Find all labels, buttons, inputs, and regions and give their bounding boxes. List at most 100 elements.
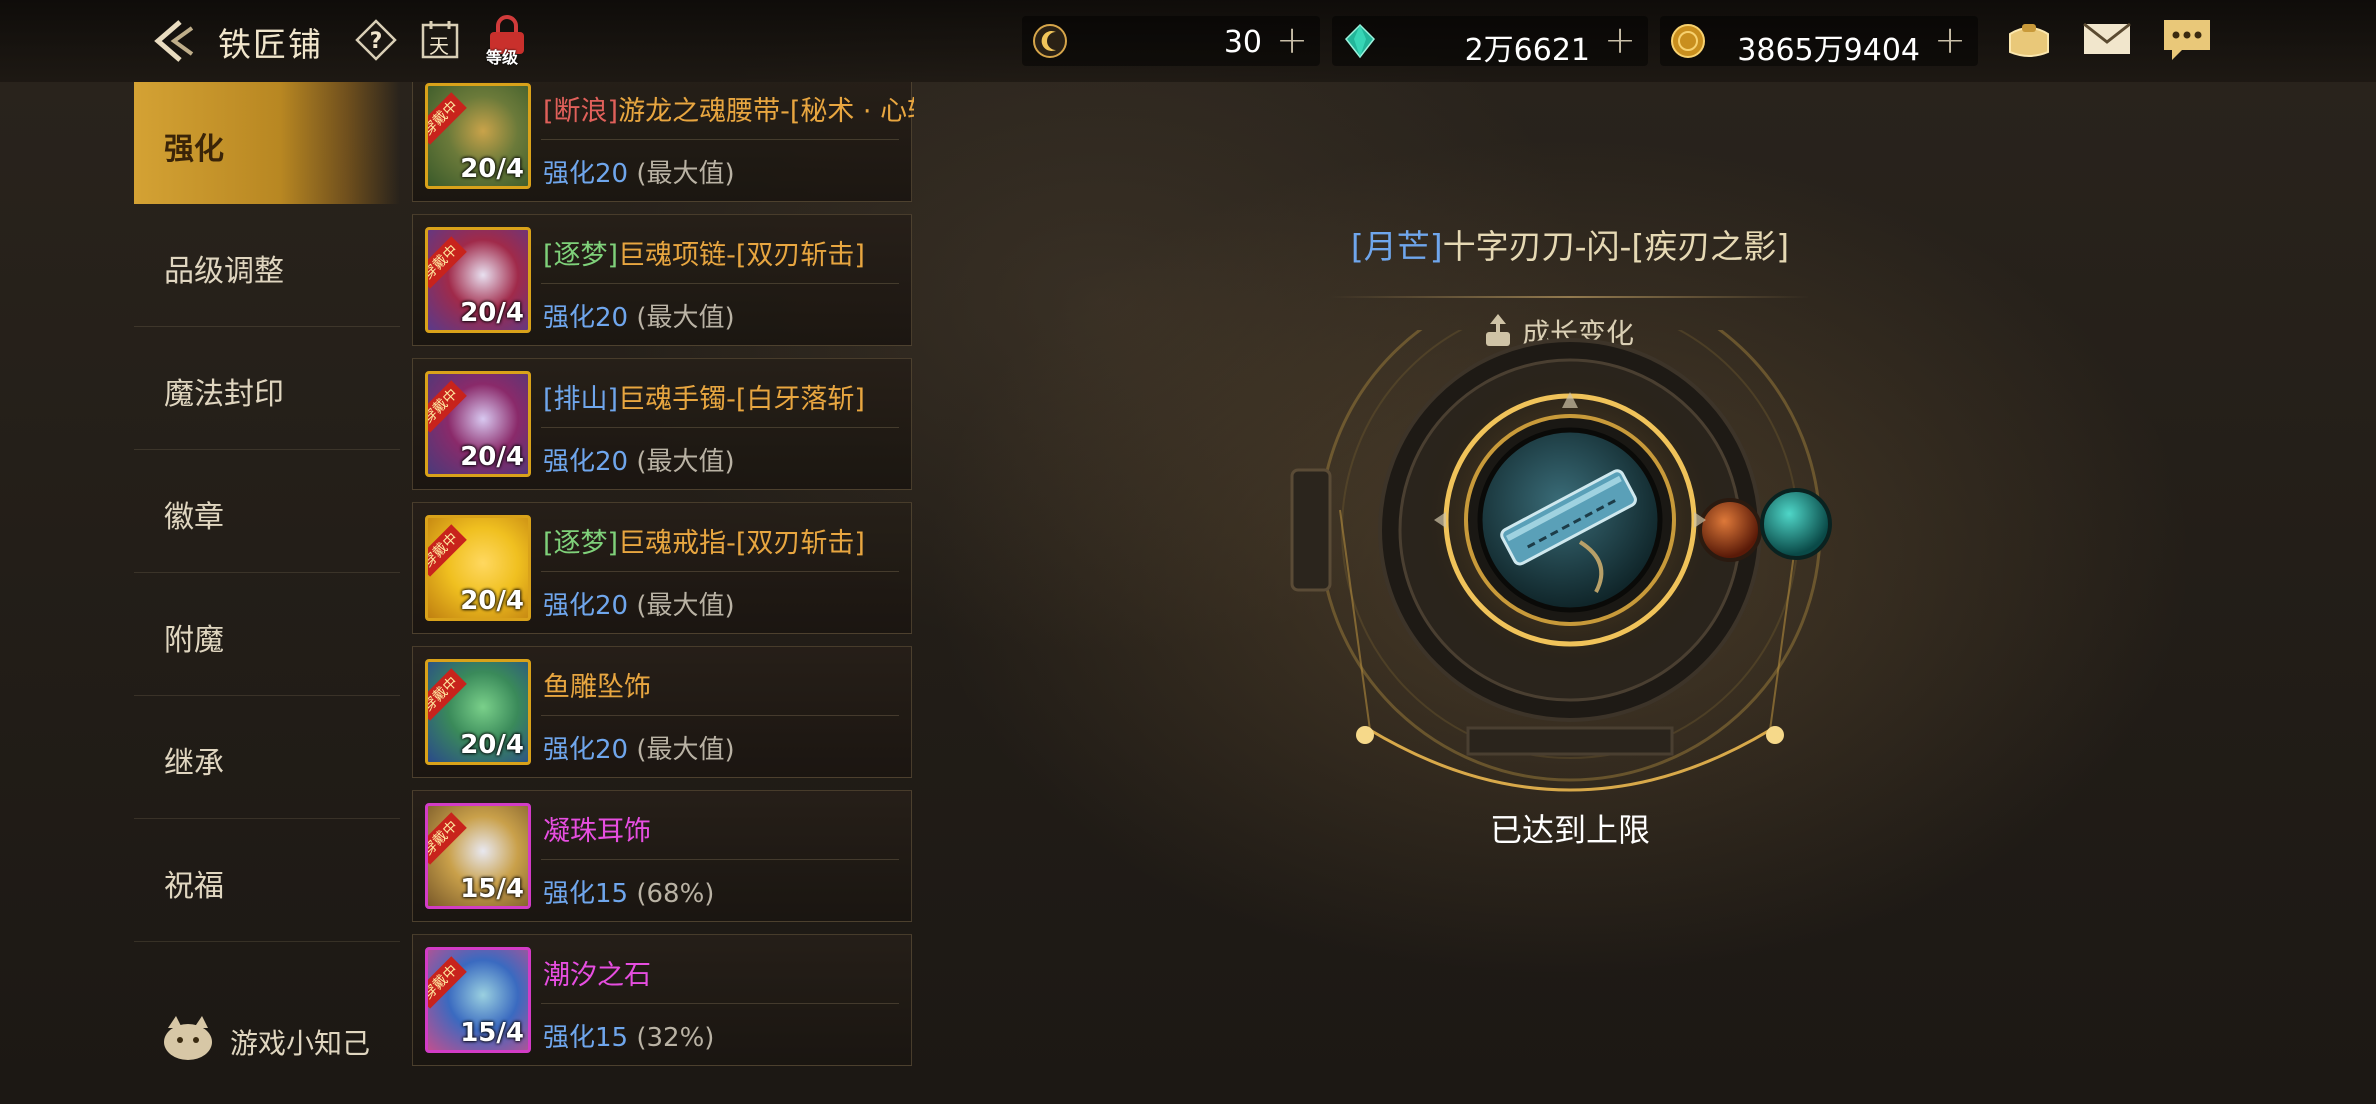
menu-item-inherit[interactable]: 继承 [134,696,400,819]
enhance-value: 强化20 [543,303,629,333]
menu-item-magic-seal[interactable]: 魔法封印 [134,327,400,450]
help-icon[interactable]: ? [354,18,398,62]
page-title: 铁匠铺 [218,25,323,64]
crescent-coin-icon [1033,24,1067,58]
enhance-note: (32%) [636,1023,715,1053]
top-bar: 铁匠铺 ? 天 等级 30 + 2万6621 + 3865万9404 + [0,0,2376,82]
equipment-name-text: 巨魂手镯-[白牙落斩] [618,384,865,415]
chat-icon[interactable] [2160,14,2214,64]
equipment-name: 潮汐之石 [543,953,651,992]
enhance-note: (最大值) [636,447,735,477]
game-tips-button[interactable]: 游戏小知己 [158,1010,378,1066]
menu-item-enchant[interactable]: 附魔 [134,573,400,696]
menu-item-label: 继承 [164,746,224,781]
gold-counter: 3865万9404 + [1660,16,1978,68]
equipment-icon: 穿戴中 20/4 [425,515,531,621]
row-divider [541,139,899,140]
level-icon-text: 等级 [486,48,519,67]
add-gold-button[interactable]: + [1934,20,1966,60]
row-divider [541,283,899,284]
equipment-level: 20/4 [460,442,524,472]
equipment-name-prefix: [逐梦] [543,240,619,271]
enhance-note: (最大值) [636,735,735,765]
enhance-level: 强化15 (32%) [543,1017,714,1054]
enhance-note: (68%) [636,879,715,909]
equipment-name: [断浪]游龙之魂腰带-[秘术 · 心斩] [543,89,914,128]
enhance-value: 强化20 [543,447,629,477]
equipment-row[interactable]: 穿戴中 20/4 [排山]巨魂手镯-[白牙落斩] 强化20 (最大值) [412,358,912,490]
add-crescent-coin-button[interactable]: + [1276,20,1308,60]
tips-pet-icon [164,1016,212,1060]
equipped-badge: 穿戴中 [428,668,467,721]
equipment-icon: 穿戴中 20/4 [425,83,531,189]
enhance-level: 强化20 (最大值) [543,297,735,334]
enhance-status: 已达到上限 [1489,811,1650,849]
mail-icon[interactable] [2080,14,2134,64]
menu-item-enhance[interactable]: 强化 [134,82,400,204]
equipment-level: 15/4 [460,1018,524,1048]
menu-item-label: 祝福 [164,869,224,904]
equipment-list[interactable]: 穿戴中 20/4 [断浪]游龙之魂腰带-[秘术 · 心斩] 强化20 (最大值) 穿戴中… [410,82,914,1104]
equipment-level: 20/4 [460,298,524,328]
equipment-name-text: 巨魂项链-[双刃斩击] [618,240,865,271]
menu-item-label: 品级调整 [164,254,284,289]
menu-item-bless[interactable]: 祝福 [134,819,400,942]
enhance-note: (最大值) [636,591,735,621]
equipment-icon: 穿戴中 20/4 [425,227,531,333]
equipment-level: 20/4 [460,154,524,184]
enhance-level: 强化15 (68%) [543,873,714,910]
menu-item-grade-adjust[interactable]: 品级调整 [134,204,400,327]
tips-label: 游戏小知己 [230,1027,371,1060]
enhance-level: 强化20 (最大值) [543,153,735,190]
menu-item-label: 强化 [164,132,224,167]
selected-item-name: 十字刃刀-闪-[疾刃之影] [1442,227,1790,266]
enhance-value: 强化20 [543,591,629,621]
row-divider [541,1003,899,1004]
equipment-name-text: 凝珠耳饰 [543,816,651,847]
level-icon[interactable]: 等级 [482,14,532,67]
equipped-badge: 穿戴中 [428,92,467,145]
equipment-name: 凝珠耳饰 [543,809,651,848]
equipped-badge: 穿戴中 [428,236,467,289]
equipment-row[interactable]: 穿戴中 15/4 凝珠耳饰强化15 (68%) [412,790,912,922]
enhance-note: (最大值) [636,159,735,189]
green-gem-icon [1345,23,1375,59]
back-arrow-icon[interactable] [146,16,202,66]
equipment-name-prefix: [断浪] [543,96,619,127]
row-divider [541,715,899,716]
equipped-badge: 穿戴中 [428,380,467,433]
enhance-value: 强化15 [543,879,629,909]
menu-item-label: 徽章 [164,500,224,535]
selected-item-prefix: [月芒] [1350,227,1443,266]
title-divider [1330,296,1810,298]
equipment-name: [逐梦]巨魂戒指-[双刃斩击] [543,521,865,560]
row-divider [541,571,899,572]
equipment-row[interactable]: 穿戴中 20/4 [逐梦]巨魂项链-[双刃斩击] 强化20 (最大值) [412,214,912,346]
equipment-level: 15/4 [460,874,524,904]
side-menu: 强化 品级调整 魔法封印 徽章 附魔 继承 祝福 [134,82,400,942]
equipment-icon: 穿戴中 20/4 [425,659,531,765]
equipped-badge: 穿戴中 [428,812,467,865]
enhance-level: 强化20 (最大值) [543,585,735,622]
crescent-coin-value: 30 [1223,25,1262,60]
equipment-icon: 穿戴中 15/4 [425,803,531,909]
add-gem-button[interactable]: + [1604,20,1636,60]
bag-icon[interactable] [2002,14,2056,64]
equipment-name: 鱼雕坠饰 [543,665,651,704]
enhance-value: 强化15 [543,1023,629,1053]
menu-item-emblem[interactable]: 徽章 [134,450,400,573]
row-divider [541,859,899,860]
enhance-level: 强化20 (最大值) [543,441,735,478]
calendar-icon[interactable]: 天 [418,18,462,62]
equipment-row[interactable]: 穿戴中 20/4 [断浪]游龙之魂腰带-[秘术 · 心斩] 强化20 (最大值) [412,82,914,202]
equipment-row[interactable]: 穿戴中 20/4 鱼雕坠饰 强化20 (最大值) [412,646,912,778]
equipment-name-text: 巨魂戒指-[双刃斩击] [618,528,865,559]
enhance-note: (最大值) [636,303,735,333]
equipment-row[interactable]: 穿戴中 15/4 潮汐之石 强化15 (32%) [412,934,912,1066]
equipment-name-text: 鱼雕坠饰 [543,672,651,703]
equipment-name-text: 潮汐之石 [543,960,651,991]
equipment-icon: 穿戴中 20/4 [425,371,531,477]
equipment-level: 20/4 [460,730,524,760]
equipment-name-prefix: [逐梦] [543,528,619,559]
equipment-row[interactable]: 穿戴中 20/4 [逐梦]巨魂戒指-[双刃斩击] 强化20 (最大值) [412,502,912,634]
